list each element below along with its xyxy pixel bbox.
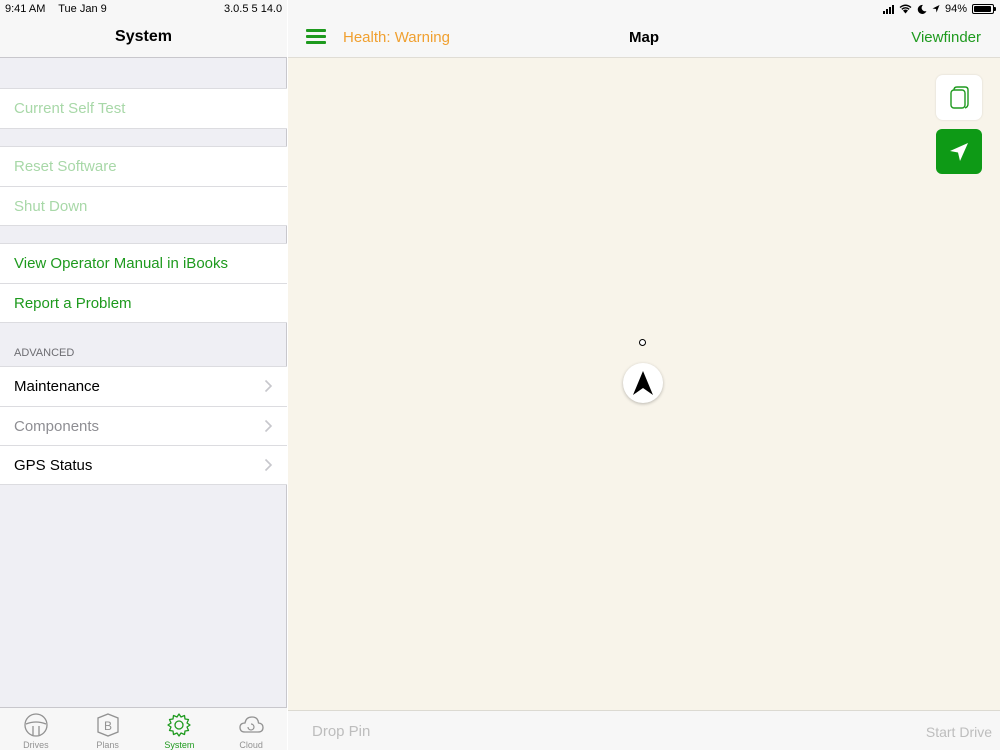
gps-status-item[interactable]: GPS Status: [0, 445, 287, 484]
location-arrow-icon: [950, 142, 968, 161]
battery-percent: 94%: [944, 3, 967, 15]
page-title: System: [115, 28, 172, 45]
tab-plans-label: Plans: [96, 740, 119, 750]
operator-manual-link[interactable]: View Operator Manual in iBooks: [0, 244, 287, 283]
plans-b-icon: B: [96, 713, 119, 737]
system-panel: System Current Self Test Reset Software …: [0, 0, 287, 750]
tab-cloud[interactable]: Cloud: [215, 708, 287, 750]
drop-pin-button[interactable]: Drop Pin: [312, 723, 370, 740]
signal-icon: [882, 4, 894, 14]
map-panel: Health: Warning Map Viewfinder Drop Pin …: [288, 0, 1000, 750]
status-time: 9:41 AM: [5, 3, 46, 15]
tab-drives-label: Drives: [23, 740, 49, 750]
tab-system[interactable]: System: [144, 708, 216, 750]
wifi-icon: [899, 4, 912, 14]
advanced-group: Maintenance Components GPS Status: [0, 366, 287, 485]
svg-text:B: B: [104, 719, 112, 733]
advanced-section-header: ADVANCED: [14, 347, 75, 359]
locate-me-button[interactable]: [936, 129, 982, 174]
status-bar: 9:41 AM Tue Jan 9 3.0.5 5 14.0 94%: [0, 0, 1000, 18]
status-indicators: 94%: [882, 3, 996, 15]
map-title: Map: [629, 29, 659, 46]
tab-bar: Drives B Plans System Cloud: [0, 707, 287, 750]
chevron-right-icon: [264, 458, 273, 472]
current-self-test-item[interactable]: Current Self Test: [0, 89, 287, 128]
app-version: 3.0.5 5 14.0: [224, 3, 283, 15]
maintenance-label: Maintenance: [14, 378, 100, 395]
status-date: Tue Jan 9: [58, 3, 107, 15]
map-bottom-bar: Drop Pin Start Drive: [288, 710, 1000, 750]
shut-down-item[interactable]: Shut Down: [0, 186, 287, 225]
help-group: View Operator Manual in iBooks Report a …: [0, 243, 287, 323]
moon-icon: [917, 4, 927, 14]
gps-status-label: GPS Status: [14, 456, 93, 474]
components-label: Components: [14, 417, 100, 435]
steering-wheel-icon: [24, 713, 48, 737]
target-point-marker: [639, 339, 646, 346]
vehicle-position-marker[interactable]: [623, 363, 663, 403]
tab-plans[interactable]: B Plans: [72, 708, 144, 750]
maintenance-item[interactable]: Maintenance: [0, 367, 287, 406]
tab-cloud-label: Cloud: [239, 740, 263, 750]
report-problem-link[interactable]: Report a Problem: [0, 283, 287, 322]
chevron-right-icon: [264, 419, 273, 433]
chevron-right-icon: [264, 379, 273, 393]
heading-arrow-icon: [633, 371, 653, 395]
cloud-icon: [239, 716, 264, 733]
reset-software-item[interactable]: Reset Software: [0, 147, 287, 186]
gear-icon: [167, 713, 192, 737]
viewfinder-button[interactable]: Viewfinder: [911, 29, 981, 46]
self-test-group: Current Self Test: [0, 88, 287, 129]
battery-icon: [972, 4, 996, 14]
location-services-icon: [932, 5, 940, 13]
tab-drives[interactable]: Drives: [0, 708, 72, 750]
map-layers-button[interactable]: [936, 75, 982, 120]
components-item[interactable]: Components: [0, 406, 287, 445]
layers-icon: [950, 85, 969, 109]
app-root: System Current Self Test Reset Software …: [0, 0, 1000, 750]
start-drive-button[interactable]: Start Drive: [926, 724, 992, 740]
software-group: Reset Software Shut Down: [0, 146, 287, 226]
tab-system-label: System: [164, 740, 195, 750]
status-time-date: 9:41 AM Tue Jan 9: [5, 3, 117, 15]
